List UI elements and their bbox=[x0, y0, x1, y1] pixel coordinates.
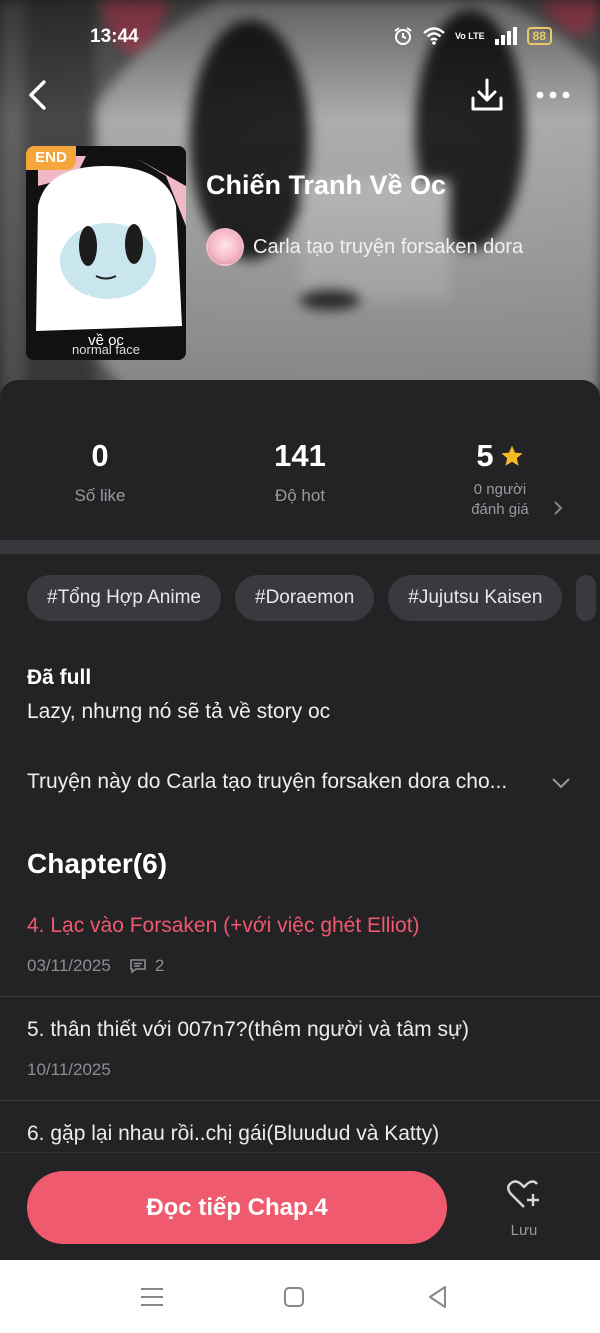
more-options-button[interactable] bbox=[530, 80, 576, 110]
likes-count: 0 bbox=[91, 438, 109, 473]
more-icon bbox=[536, 91, 570, 99]
chapter-heading: Chapter(6) bbox=[27, 848, 168, 879]
back-nav-icon bbox=[429, 1286, 446, 1308]
bottom-action-bar: Đọc tiếp Chap.4 Lưu bbox=[0, 1152, 600, 1260]
battery-indicator: 88 bbox=[526, 27, 552, 45]
hot-count: 141 bbox=[274, 438, 326, 473]
menu-nav-button[interactable] bbox=[137, 1282, 167, 1312]
chapter-title: 5. thân thiết với 007n7?(thêm người và t… bbox=[27, 1018, 470, 1041]
author-name: Carla tạo truyện forsaken dora bbox=[253, 235, 524, 258]
stats-row: 0 Số like 141 Độ hot 5 0 người đánh giá bbox=[0, 380, 600, 540]
status-icons: Vo LTE 88 bbox=[393, 26, 552, 46]
status-bar: 13:44 Vo LTE 88 bbox=[0, 22, 600, 54]
author-link[interactable]: Carla tạo truyện forsaken dora bbox=[206, 228, 523, 266]
chevron-down-icon[interactable] bbox=[550, 772, 572, 794]
completion-status: Đã full bbox=[27, 666, 92, 689]
tag-chip[interactable]: #Tổng Hợp Anime bbox=[27, 575, 221, 621]
stat-rating[interactable]: 5 0 người đánh giá bbox=[440, 438, 560, 520]
row-separator bbox=[0, 1100, 600, 1101]
stat-hot: 141 Độ hot bbox=[240, 438, 360, 506]
chevron-right-icon[interactable] bbox=[552, 500, 564, 516]
menu-icon bbox=[141, 1288, 163, 1306]
tag-list: #Tổng Hợp Anime #Doraemon #Jujutsu Kaise… bbox=[27, 575, 597, 621]
chapter-row[interactable]: 5. thân thiết với 007n7?(thêm người và t… bbox=[0, 1014, 600, 1100]
story-description: Lazy, nhưng nó sẽ tả về story oc bbox=[27, 700, 331, 723]
chapter-title: 4. Lạc vào Forsaken (+với việc ghét Elli… bbox=[27, 914, 420, 937]
back-button[interactable] bbox=[22, 78, 56, 112]
continue-reading-button[interactable]: Đọc tiếp Chap.4 bbox=[27, 1171, 447, 1244]
tag-chip[interactable]: #Jujutsu Kaisen bbox=[388, 575, 563, 621]
end-badge: END bbox=[26, 146, 76, 170]
chapter-title: 6. gặp lại nhau rồi..chị gái(Bluudud và … bbox=[27, 1122, 440, 1145]
save-label: Lưu bbox=[510, 1222, 538, 1239]
chapter-date: 03/11/2025 bbox=[27, 956, 111, 975]
story-credit[interactable]: Truyện này do Carla tạo truyện forsaken … bbox=[27, 770, 507, 794]
stat-likes: 0 Số like bbox=[40, 438, 160, 506]
heart-plus-icon bbox=[507, 1180, 539, 1208]
chapter-meta: 03/11/2025 2 bbox=[27, 956, 164, 976]
chapter-row[interactable]: 4. Lạc vào Forsaken (+với việc ghét Elli… bbox=[0, 910, 600, 996]
alarm-icon bbox=[394, 27, 412, 45]
hot-label: Độ hot bbox=[274, 486, 326, 505]
star-icon bbox=[501, 445, 523, 466]
rating-count-label: 0 người đánh giá bbox=[440, 480, 560, 520]
volte-indicator: Vo LTE bbox=[454, 30, 485, 41]
rating-count-line2: đánh giá bbox=[471, 501, 529, 518]
likes-label: Số like bbox=[74, 486, 126, 505]
signal-icon bbox=[494, 27, 517, 45]
comment-icon bbox=[130, 959, 146, 974]
cover-image: END chiến tranh về oc normal face bbox=[26, 146, 186, 360]
cover-subtitle: normal face bbox=[72, 342, 140, 357]
story-title: Chiến Tranh Về Oc bbox=[206, 170, 447, 200]
author-avatar bbox=[206, 228, 244, 266]
status-time: 13:44 bbox=[90, 26, 139, 47]
download-icon bbox=[471, 78, 503, 111]
save-button[interactable]: Lưu bbox=[496, 1179, 552, 1239]
rating-value: 5 bbox=[476, 438, 494, 473]
back-nav-button[interactable] bbox=[423, 1282, 453, 1312]
chapter-meta: 10/11/2025 bbox=[27, 1060, 111, 1080]
rating-count-line1: 0 người bbox=[473, 481, 527, 498]
back-icon bbox=[29, 80, 46, 110]
system-nav-bar bbox=[0, 1260, 600, 1333]
cover-title-1: chiến tranh bbox=[41, 294, 171, 319]
home-nav-button[interactable] bbox=[279, 1282, 309, 1312]
download-button[interactable] bbox=[468, 76, 506, 114]
row-separator bbox=[0, 996, 600, 997]
section-divider bbox=[0, 540, 600, 554]
tag-chip-overflow[interactable] bbox=[576, 575, 597, 621]
cover-art bbox=[26, 146, 186, 360]
home-icon bbox=[284, 1287, 304, 1307]
tag-chip[interactable]: #Doraemon bbox=[235, 575, 375, 621]
comment-count: 2 bbox=[154, 956, 165, 975]
chapter-date: 10/11/2025 bbox=[27, 1060, 111, 1079]
wifi-icon bbox=[423, 27, 445, 45]
